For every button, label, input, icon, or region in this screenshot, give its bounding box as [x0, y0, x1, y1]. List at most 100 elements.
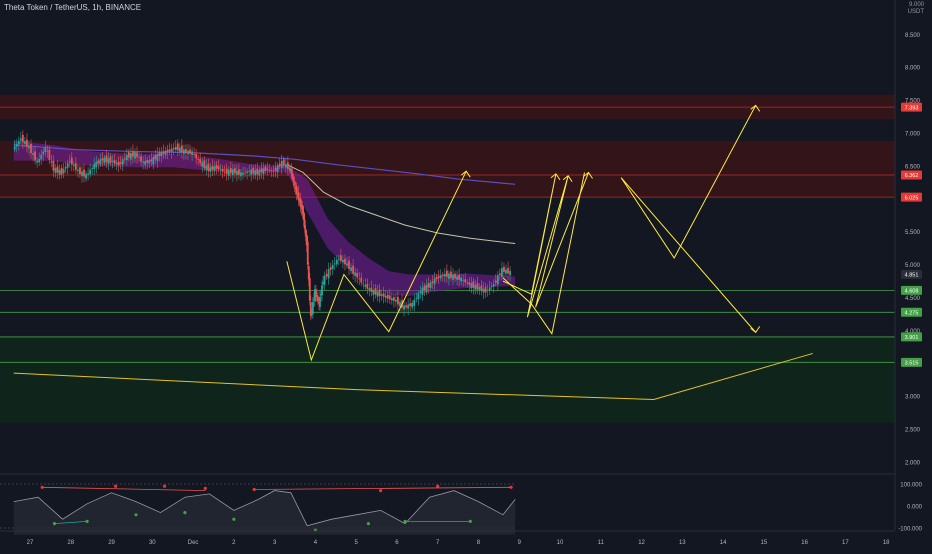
- candle-body: [240, 172, 242, 177]
- candle-body: [292, 177, 295, 182]
- candle-body: [213, 166, 216, 172]
- candle-body: [256, 168, 259, 175]
- osc-buy-dot: [232, 517, 236, 521]
- candle-body: [191, 151, 193, 156]
- candle-body: [146, 160, 149, 163]
- osc-buy-dot: [52, 522, 57, 526]
- candle-body: [132, 151, 134, 157]
- candle-body: [154, 155, 157, 160]
- candle-body: [17, 140, 20, 145]
- candle-body: [266, 168, 269, 170]
- osc-buy-dot: [366, 522, 370, 526]
- candle-body: [403, 305, 405, 310]
- candle-body: [219, 169, 222, 171]
- price-tag-label-7: 3.515: [905, 361, 919, 367]
- candle-body: [492, 284, 495, 287]
- candle-body: [258, 170, 261, 176]
- candle-body: [52, 160, 55, 171]
- candle-body: [282, 159, 285, 166]
- candle-body: [280, 160, 283, 169]
- candle-body: [482, 288, 485, 293]
- candle-body: [498, 273, 501, 276]
- candle-body: [113, 160, 116, 164]
- candle-body: [456, 276, 458, 280]
- candle-body: [274, 167, 277, 171]
- candle-body: [327, 269, 330, 279]
- candle-body: [125, 155, 128, 161]
- x-tick-label: Dec: [188, 540, 199, 546]
- x-tick-label: 12: [638, 540, 645, 546]
- candle-body: [429, 282, 432, 288]
- candle-body: [248, 171, 251, 173]
- x-tick-label: 18: [883, 540, 890, 546]
- candle-body: [435, 277, 438, 280]
- y-tick-label: 2.000: [905, 461, 921, 467]
- y-tick-label: 2.500: [905, 428, 921, 434]
- candle-body: [291, 173, 294, 178]
- currency-unit: USDT: [907, 9, 924, 15]
- candle-body: [262, 168, 265, 175]
- candle-body: [378, 289, 381, 297]
- candle-body: [384, 295, 387, 298]
- osc-tick-label: 0.000: [907, 505, 923, 511]
- x-tick-label: 13: [679, 540, 686, 546]
- osc-buy-dot: [134, 513, 138, 517]
- candle-body: [272, 170, 275, 172]
- osc-buy-dot: [85, 519, 89, 524]
- candle-body: [448, 273, 450, 279]
- candle-body: [496, 275, 499, 285]
- candle-body: [445, 270, 448, 277]
- candle-body: [180, 145, 183, 153]
- candle-body: [158, 151, 161, 157]
- candle-body: [225, 168, 228, 175]
- candle-body: [107, 158, 110, 164]
- candle-body: [454, 273, 456, 279]
- candle-body: [354, 272, 357, 276]
- candle-body: [303, 219, 306, 229]
- price-tag-label-3: 4.851: [905, 273, 919, 279]
- candle-body: [476, 283, 479, 290]
- candle-body: [170, 148, 173, 153]
- candle-body: [193, 154, 195, 155]
- candle-body: [231, 169, 234, 176]
- currency-top-tick: 9.000: [908, 2, 924, 8]
- candle-body: [95, 161, 98, 168]
- candle-body: [466, 282, 469, 284]
- candle-body: [311, 302, 314, 315]
- candle-body: [166, 149, 169, 153]
- x-tick-label: 30: [149, 540, 156, 546]
- chart-canvas[interactable]: 8.5008.0007.5007.0006.5006.0005.5005.000…: [0, 0, 932, 550]
- candle-body: [388, 295, 391, 300]
- candle-body: [374, 287, 377, 295]
- candle-body: [295, 185, 298, 194]
- candle-body: [85, 173, 87, 179]
- candle-body: [486, 289, 489, 291]
- candle-body: [468, 282, 471, 285]
- candle-body: [32, 153, 34, 155]
- candle-body: [425, 285, 428, 293]
- candle-body: [209, 167, 212, 172]
- candle-body: [176, 143, 179, 151]
- candle-body: [185, 149, 187, 153]
- candle-body: [164, 150, 167, 156]
- candle-body: [368, 288, 371, 290]
- candle-body: [103, 157, 106, 164]
- candle-body: [72, 164, 75, 167]
- candle-body: [433, 278, 436, 285]
- candle-body: [370, 287, 373, 292]
- candle-body: [319, 296, 321, 308]
- candle-body: [407, 304, 410, 309]
- candle-body: [342, 260, 344, 263]
- candle-body: [238, 169, 240, 175]
- candle-body: [121, 159, 124, 165]
- candle-body: [236, 170, 238, 175]
- candle-body: [260, 168, 263, 173]
- candle-body: [178, 147, 181, 153]
- candle-body: [372, 289, 375, 295]
- candle-body: [415, 298, 418, 300]
- candle-body: [462, 279, 465, 281]
- candle-body: [356, 273, 359, 278]
- candle-body: [390, 298, 393, 301]
- candle-body: [111, 160, 114, 163]
- candle-body: [142, 161, 145, 163]
